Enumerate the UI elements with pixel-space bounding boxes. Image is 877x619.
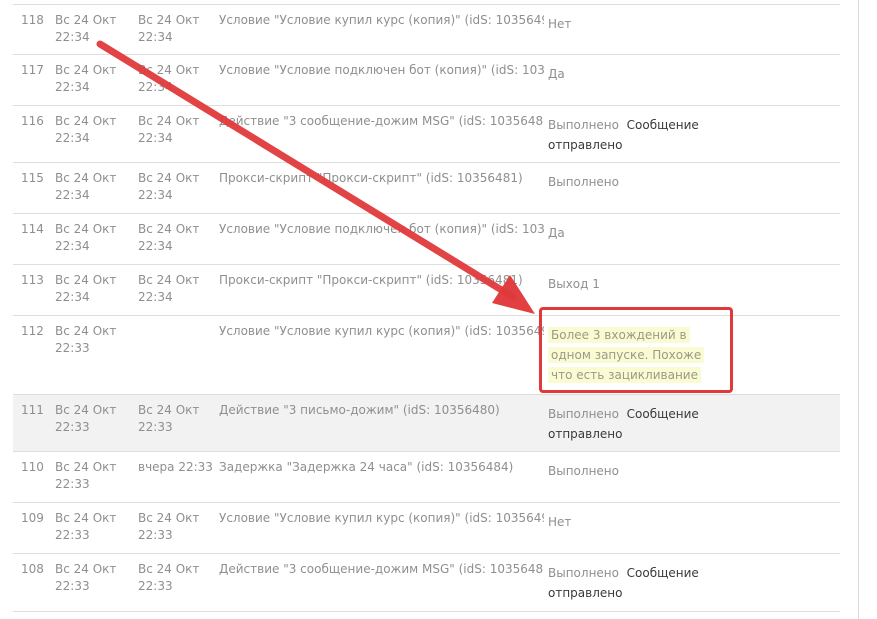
annotation-highlight-box — [539, 307, 733, 393]
annotation-arrow — [96, 40, 535, 314]
log-view: 118 Вс 24 Окт 22:34 Вс 24 Окт 22:34 Услови… — [0, 0, 877, 619]
